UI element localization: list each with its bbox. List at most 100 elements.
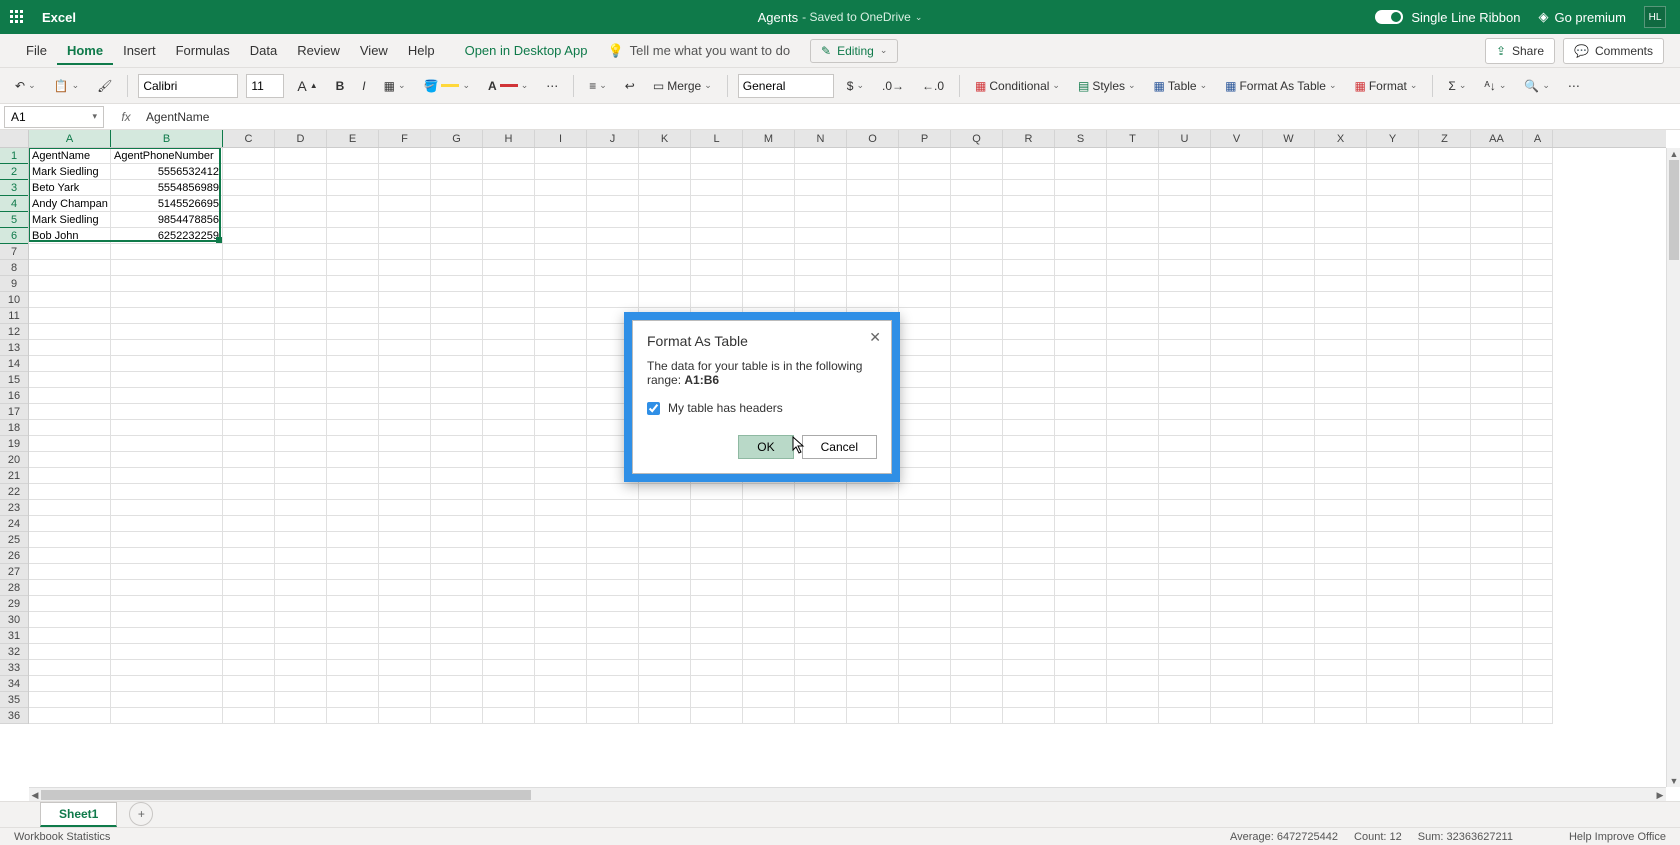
cell[interactable] — [1419, 404, 1471, 420]
cell[interactable] — [275, 276, 327, 292]
cell[interactable] — [743, 692, 795, 708]
cell[interactable] — [111, 644, 223, 660]
row-header-22[interactable]: 22 — [0, 484, 28, 500]
cell[interactable] — [1315, 612, 1367, 628]
row-header-3[interactable]: 3 — [0, 180, 28, 196]
cell[interactable] — [899, 596, 951, 612]
cell[interactable] — [639, 532, 691, 548]
cell[interactable] — [483, 404, 535, 420]
cell[interactable] — [1107, 276, 1159, 292]
cell[interactable] — [1315, 660, 1367, 676]
cell[interactable] — [639, 148, 691, 164]
cell[interactable] — [535, 196, 587, 212]
cell[interactable] — [847, 676, 899, 692]
cell[interactable] — [1523, 404, 1553, 420]
cell[interactable] — [1367, 564, 1419, 580]
cell[interactable] — [1107, 516, 1159, 532]
cell[interactable] — [1523, 676, 1553, 692]
cell[interactable]: Mark Siedling — [29, 212, 111, 228]
cell[interactable] — [223, 228, 275, 244]
col-header-P[interactable]: P — [899, 130, 951, 147]
cell[interactable] — [1159, 596, 1211, 612]
cell[interactable] — [1107, 644, 1159, 660]
cell[interactable] — [847, 276, 899, 292]
cell[interactable] — [483, 372, 535, 388]
cell[interactable] — [899, 196, 951, 212]
cell[interactable] — [1159, 612, 1211, 628]
cell[interactable] — [1523, 660, 1553, 676]
cell[interactable] — [1263, 516, 1315, 532]
cell[interactable]: Andy Champan — [29, 196, 111, 212]
cell[interactable] — [29, 580, 111, 596]
cell[interactable] — [1107, 628, 1159, 644]
cell[interactable] — [275, 356, 327, 372]
cell[interactable] — [223, 452, 275, 468]
row-header-11[interactable]: 11 — [0, 308, 28, 324]
cell[interactable] — [743, 676, 795, 692]
format-painter-button[interactable]: 🖌 — [92, 76, 117, 96]
cell[interactable] — [483, 420, 535, 436]
cell[interactable] — [275, 164, 327, 180]
cell[interactable] — [639, 260, 691, 276]
cell[interactable] — [899, 164, 951, 180]
cell[interactable] — [431, 676, 483, 692]
cell[interactable] — [29, 644, 111, 660]
cell[interactable] — [223, 420, 275, 436]
cancel-button[interactable]: Cancel — [802, 435, 877, 459]
cell[interactable] — [535, 388, 587, 404]
cell[interactable]: 6252232259 — [111, 228, 223, 244]
row-header-6[interactable]: 6 — [0, 228, 28, 244]
tab-file[interactable]: File — [16, 37, 57, 65]
cell[interactable] — [1159, 676, 1211, 692]
cell[interactable] — [29, 708, 111, 724]
cell[interactable] — [1367, 148, 1419, 164]
cell[interactable] — [111, 276, 223, 292]
cell[interactable] — [483, 436, 535, 452]
cell[interactable] — [1263, 612, 1315, 628]
cell[interactable] — [483, 644, 535, 660]
cell[interactable] — [847, 660, 899, 676]
cell[interactable] — [29, 628, 111, 644]
cell[interactable] — [1107, 564, 1159, 580]
cell[interactable] — [1419, 308, 1471, 324]
cell[interactable] — [1055, 324, 1107, 340]
cell[interactable] — [1003, 356, 1055, 372]
cell[interactable] — [587, 692, 639, 708]
cell[interactable] — [1159, 228, 1211, 244]
row-header-20[interactable]: 20 — [0, 452, 28, 468]
cell[interactable] — [691, 564, 743, 580]
cell[interactable] — [327, 468, 379, 484]
cell[interactable] — [1367, 548, 1419, 564]
cell[interactable] — [1523, 228, 1553, 244]
row-header-1[interactable]: 1 — [0, 148, 28, 164]
cell[interactable] — [1107, 340, 1159, 356]
cell[interactable] — [1471, 372, 1523, 388]
cell[interactable] — [483, 564, 535, 580]
cell[interactable] — [1367, 692, 1419, 708]
cell[interactable] — [275, 404, 327, 420]
cell[interactable] — [1107, 692, 1159, 708]
hscroll-thumb[interactable] — [41, 790, 531, 800]
cell[interactable] — [743, 580, 795, 596]
cell[interactable] — [1315, 580, 1367, 596]
cell[interactable] — [743, 532, 795, 548]
cell[interactable] — [29, 452, 111, 468]
col-header-G[interactable]: G — [431, 130, 483, 147]
cell[interactable] — [847, 164, 899, 180]
sort-filter-button[interactable]: ᴬ↓⌄ — [1479, 76, 1511, 96]
cell[interactable] — [1055, 612, 1107, 628]
cell[interactable] — [639, 564, 691, 580]
cell[interactable] — [951, 324, 1003, 340]
cell[interactable] — [1107, 372, 1159, 388]
cell[interactable] — [483, 468, 535, 484]
cell[interactable] — [223, 356, 275, 372]
cell[interactable] — [743, 260, 795, 276]
cell[interactable] — [743, 500, 795, 516]
cell[interactable] — [379, 516, 431, 532]
cell[interactable] — [587, 644, 639, 660]
cell[interactable]: AgentPhoneNumber — [111, 148, 223, 164]
cell[interactable] — [1419, 628, 1471, 644]
cell[interactable] — [1159, 340, 1211, 356]
cell[interactable] — [1003, 340, 1055, 356]
cell[interactable] — [1055, 180, 1107, 196]
